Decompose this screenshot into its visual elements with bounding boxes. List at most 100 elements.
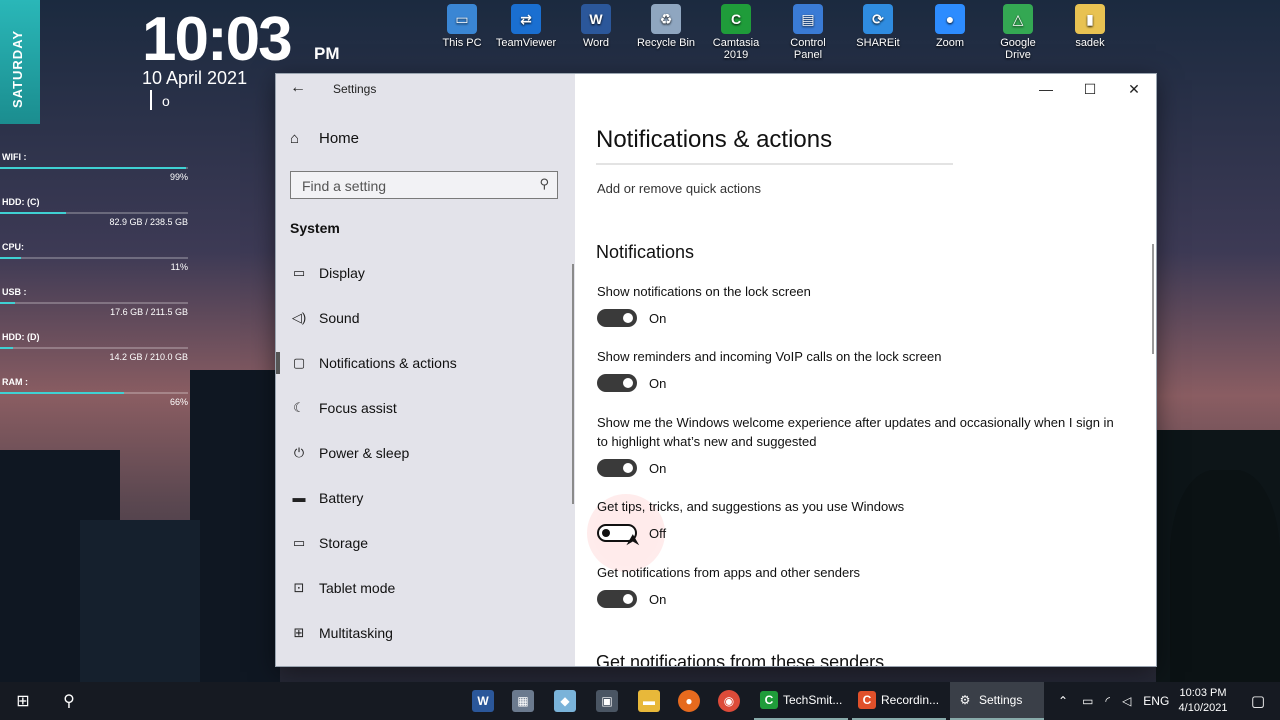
content-scrollbar[interactable] [1152,244,1154,354]
search-button[interactable]: ⚲ [48,682,90,720]
toggle-knob [623,594,633,604]
toggle-switch[interactable] [597,374,637,392]
google-drive-icon: △ [1003,4,1033,34]
sidebar-item-battery[interactable]: ▬ Battery [276,475,575,520]
minimize-button[interactable]: — [1024,74,1068,104]
taskbar-word-icon[interactable]: W [466,682,500,720]
sidebar-item-label: Focus assist [319,399,397,416]
widget-date: 10 April 2021 [142,68,248,88]
system-stats: WIFI : 99% HDD: (C) 82.9 GB / 238.5 GB CPU… [0,150,190,420]
page-title: Notifications & actions [596,126,833,153]
system-tray: ⌃ ▭ ◜ ◁ ENG [1050,682,1169,720]
mouse-cursor-icon: ⮝ [626,532,640,549]
desktop-icon-label: SHAREit [856,37,900,49]
shareit-icon: ⟳ [863,4,893,34]
camtasia-icon: C [721,4,751,34]
stat-bar [0,167,188,169]
toggle-knob [602,529,610,537]
stat-label: HDD: (C) [2,197,40,207]
background-tree [1170,470,1280,682]
taskbar-app-label: TechSmit... [783,693,843,707]
setting-description: Show reminders and incoming VoIP calls o… [597,349,942,364]
sidebar-item-label: Tablet mode [319,579,396,596]
stat-bar-fill [0,347,14,349]
setting-description: Show notifications on the lock screen [597,284,811,299]
taskbar-calculator-icon[interactable]: ▦ [506,682,540,720]
sidebar-item-storage[interactable]: ▭ Storage [276,520,575,565]
toggle-switch[interactable] [597,309,637,327]
sidebar-item-power-sleep[interactable]: ⏻ Power & sleep [276,430,575,475]
toggle-state: On [649,310,667,326]
sidebar-item-display[interactable]: ▭ Display [276,250,575,295]
senders-heading: Get notifications from these senders [596,652,885,666]
desktop-icon[interactable]: ♻ Recycle Bin [634,4,698,49]
taskbar-clock[interactable]: 10:03 PM 4/10/2021 [1172,686,1234,716]
stat-row: CPU: 11% [0,240,190,285]
stat-bar-fill [0,257,21,259]
wifi-icon[interactable]: ◜ [1105,694,1110,708]
toggle-switch[interactable] [597,459,637,477]
toggle-state: Off [649,525,667,541]
computer-icon: ▭ [447,4,477,34]
desktop-icon[interactable]: C Camtasia 2019 [704,4,768,61]
home-icon: ⌂ [290,130,300,147]
taskbar-app-label: Settings [979,693,1023,707]
search-input[interactable]: Find a setting ⚲ [290,171,558,199]
setting-description: Show me the Windows welcome experience a… [597,415,1114,449]
desktop-icon-label: This PC [442,37,482,49]
taskbar-app-button[interactable]: C TechSmit... [754,682,848,720]
multitasking-icon: ⊞ [293,624,305,640]
home-link[interactable]: ⌂ Home [290,130,359,147]
taskbar-chrome-icon[interactable]: ◉ [712,682,746,720]
quick-actions-link[interactable]: Add or remove quick actions [597,181,761,196]
desktop-icon[interactable]: ⇄ TeamViewer [494,4,558,49]
settings-window: ← Settings ⌂ Home Find a setting ⚲ Syste… [276,74,1156,666]
taskbar-store-icon[interactable]: ▣ [590,682,624,720]
desktop-icon-label: Zoom [935,37,965,49]
back-arrow-icon[interactable]: ← [290,79,306,97]
desktop-icon[interactable]: ▤ Control Panel [776,4,840,61]
setting-description: Get notifications from apps and other se… [597,565,861,580]
sidebar-item-label: Display [319,264,365,281]
stat-row: USB : 17.6 GB / 211.5 GB [0,285,190,330]
toggle-state: On [649,460,667,476]
maximize-button[interactable]: ☐ [1068,74,1112,104]
taskbar-app-icon[interactable]: ◆ [548,682,582,720]
taskbar-firefox-icon[interactable]: ● [672,682,706,720]
sidebar-scrollbar[interactable] [572,264,574,504]
taskbar-file-explorer-icon[interactable]: ▬ [632,682,666,720]
stat-bar [0,257,188,259]
battery-tray-icon[interactable]: ▭ [1082,694,1093,708]
chevron-up-icon[interactable]: ⌃ [1058,694,1068,708]
close-button[interactable]: ✕ [1112,74,1156,104]
desktop-icon[interactable]: ⟳ SHAREit [846,4,910,49]
taskbar-app-button[interactable]: ⚙ Settings [950,682,1044,720]
storage-icon: ▭ [292,534,306,550]
desktop-icon[interactable]: ● Zoom [918,4,982,49]
stat-value: 11% [170,262,188,272]
toggle-switch[interactable] [597,590,637,608]
desktop-icon[interactable]: ▭ This PC [430,4,494,49]
widget-clock-time: 10:03 [142,5,293,74]
sidebar-nav: ▭ Display ◁) Sound ▢ Notifications & actio… [276,250,575,655]
sidebar-item-tablet-mode[interactable]: ⊡ Tablet mode [276,565,575,610]
volume-icon[interactable]: ◁ [1122,694,1131,708]
stat-row: HDD: (D) 14.2 GB / 210.0 GB [0,330,190,375]
sidebar-item-sound[interactable]: ◁) Sound [276,295,575,340]
notification-center-icon[interactable]: ▢ [1236,682,1280,720]
stat-value: 66% [169,397,188,407]
power-icon: ⏻ [293,444,305,460]
taskbar-app-button[interactable]: C Recordin... [852,682,946,720]
search-placeholder: Find a setting [302,178,387,194]
sidebar-item-notifications-actions[interactable]: ▢ Notifications & actions [276,340,575,385]
desktop-icon[interactable]: △ Google Drive [986,4,1050,61]
desktop-icon[interactable]: ▮ sadek [1058,4,1122,49]
desktop-icon[interactable]: W Word [564,4,628,49]
sidebar-item-focus-assist[interactable]: ☾ Focus assist [276,385,575,430]
language-indicator[interactable]: ENG [1143,694,1169,708]
sidebar-item-multitasking[interactable]: ⊞ Multitasking [276,610,575,655]
stat-bar-fill [0,302,16,304]
title-divider [596,163,953,165]
start-button[interactable]: ⊞ [0,682,46,720]
stat-label: WIFI : [2,152,27,162]
